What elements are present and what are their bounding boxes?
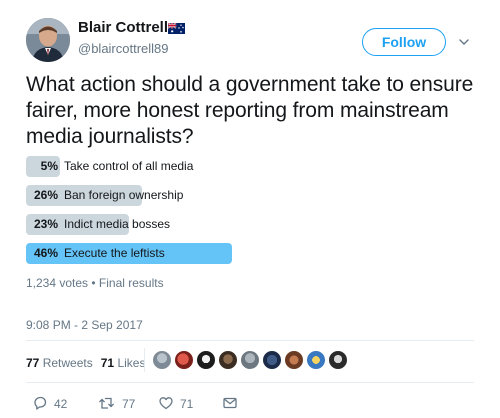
- retweets-count: 77: [26, 356, 40, 370]
- divider: [26, 382, 474, 383]
- poll-percentage: 5%: [40, 159, 58, 173]
- likes-label: Likes: [117, 356, 146, 370]
- poll-option-label: Indict media bosses: [64, 217, 171, 231]
- author-handle[interactable]: @blaircottrell89: [78, 40, 169, 58]
- retweet-icon: [99, 397, 114, 409]
- retweets-label: Retweets: [42, 356, 93, 370]
- poll-percentage: 23%: [33, 217, 58, 231]
- poll-option: 5% Take control of all media: [26, 156, 236, 177]
- liker-avatar[interactable]: [218, 350, 238, 370]
- tweet-card: Blair Cottrell @blaircottrell89 Follow W…: [0, 0, 500, 418]
- like-count: 71: [180, 397, 194, 411]
- liker-avatar[interactable]: [240, 350, 260, 370]
- liker-avatar[interactable]: [328, 350, 348, 370]
- poll-percentage: 46%: [33, 246, 58, 260]
- poll-option-label: Take control of all media: [64, 159, 194, 173]
- liker-avatar[interactable]: [284, 350, 304, 370]
- follow-button[interactable]: Follow: [362, 28, 446, 56]
- direct-message-button[interactable]: [222, 394, 242, 414]
- tweet-text: What action should a government take to …: [26, 73, 474, 148]
- poll-option: 46% Execute the leftists: [26, 243, 236, 264]
- chevron-down-icon[interactable]: [458, 35, 470, 47]
- author-avatar[interactable]: [26, 18, 70, 62]
- author-name[interactable]: Blair Cottrell: [78, 18, 168, 38]
- poll-option-label: Ban foreign ownership: [64, 188, 184, 202]
- liker-avatar[interactable]: [174, 350, 194, 370]
- tweet-actions: 42 77 71: [26, 394, 326, 414]
- like-button[interactable]: 71: [158, 394, 218, 414]
- retweet-button[interactable]: 77: [98, 394, 158, 414]
- reply-count: 42: [54, 397, 68, 411]
- reply-button[interactable]: 42: [32, 394, 92, 414]
- poll-results-summary: 1,234 votes • Final results: [26, 276, 164, 290]
- liker-avatar[interactable]: [262, 350, 282, 370]
- australian-flag-icon: [167, 21, 185, 34]
- liker-avatar[interactable]: [152, 350, 172, 370]
- poll-option-label: Execute the leftists: [64, 246, 165, 260]
- poll-option: 26% Ban foreign ownership: [26, 185, 236, 206]
- reply-icon: [34, 396, 47, 410]
- tweet-timestamp[interactable]: 9:08 PM - 2 Sep 2017: [26, 318, 143, 332]
- heart-icon: [159, 397, 173, 410]
- retweet-count: 77: [122, 397, 136, 411]
- envelope-icon: [223, 397, 237, 409]
- poll-option: 23% Indict media bosses: [26, 214, 236, 235]
- engagement-stats: 77 Retweets 71 Likes: [26, 356, 145, 370]
- retweets-stat[interactable]: 77 Retweets: [26, 356, 93, 370]
- likes-stat[interactable]: 71 Likes: [101, 356, 146, 370]
- divider: [26, 340, 474, 341]
- liker-avatar[interactable]: [306, 350, 326, 370]
- poll-percentage: 26%: [33, 188, 58, 202]
- liker-avatar[interactable]: [196, 350, 216, 370]
- likes-count: 71: [100, 356, 115, 370]
- divider: [144, 348, 145, 372]
- poll: 5% Take control of all media 26% Ban for…: [26, 156, 236, 272]
